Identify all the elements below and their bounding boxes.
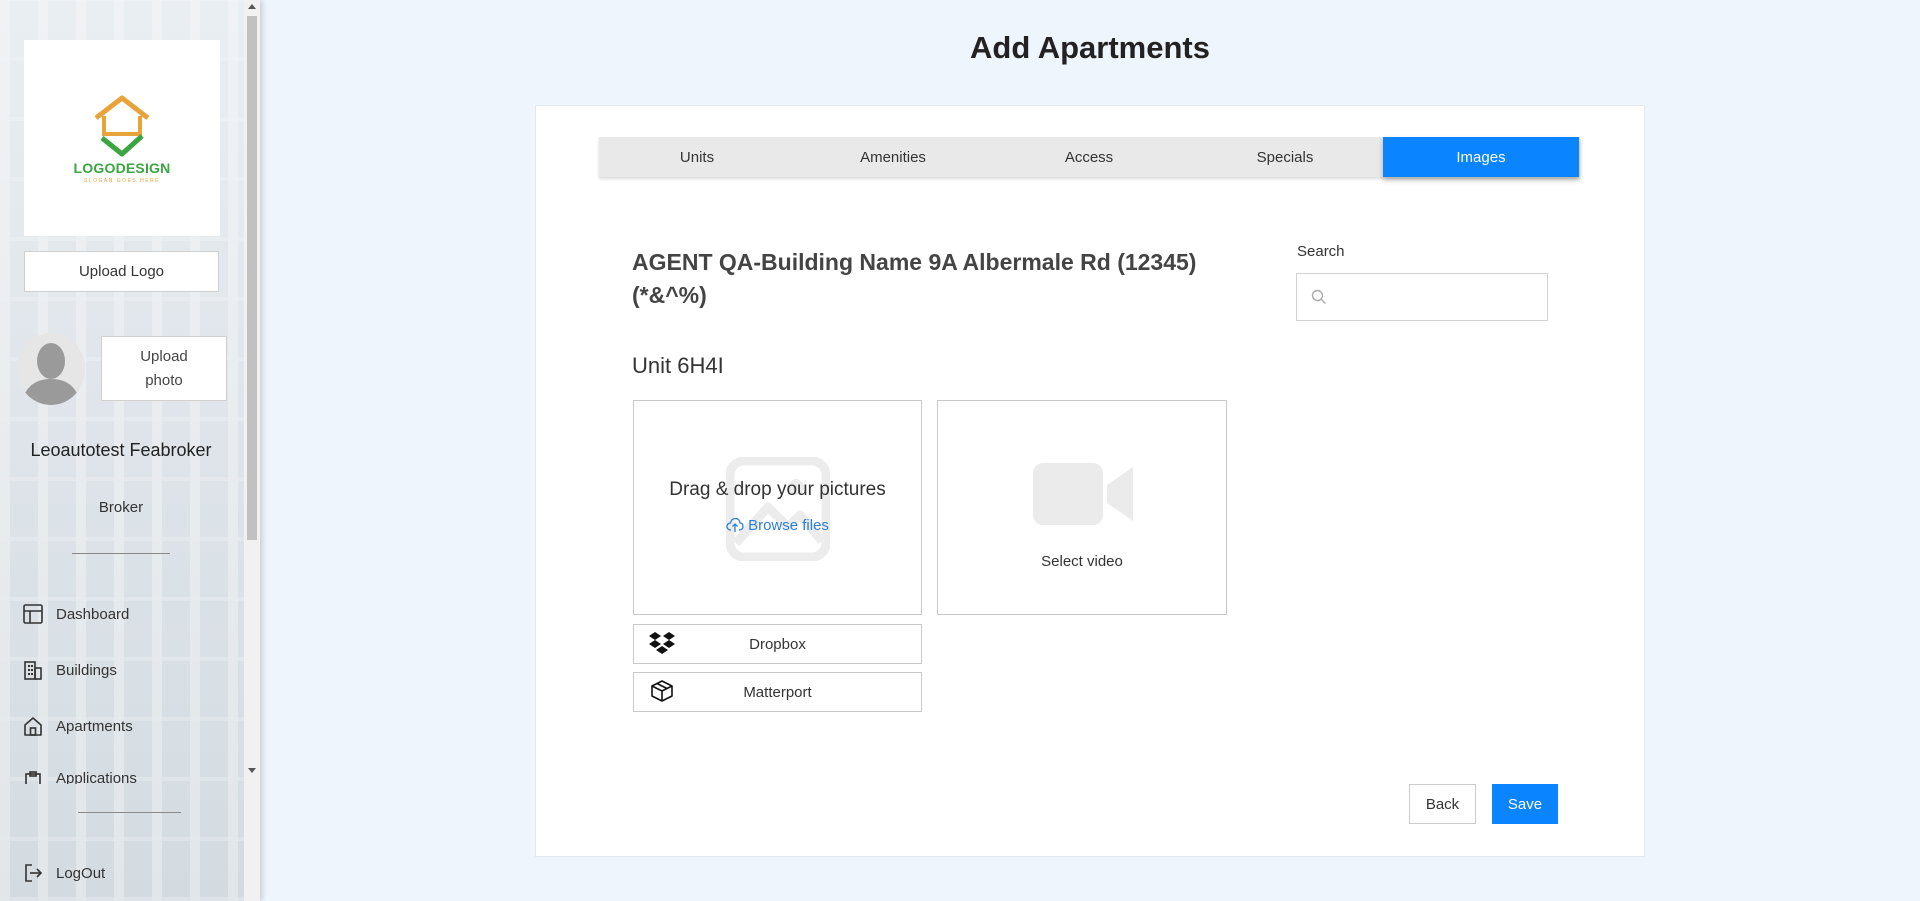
nav-item-apartments[interactable]: Apartments bbox=[22, 715, 133, 737]
matterport-label: Matterport bbox=[743, 683, 812, 701]
dropzone-text: Drag & drop your pictures bbox=[669, 479, 886, 500]
dashboard-icon bbox=[23, 604, 43, 624]
search-input[interactable] bbox=[1337, 280, 1537, 314]
image-placeholder-icon bbox=[726, 457, 830, 561]
cloud-upload-icon bbox=[726, 517, 744, 532]
tab-units[interactable]: Units bbox=[599, 137, 795, 177]
tab-images[interactable]: Images bbox=[1383, 137, 1579, 177]
buildings-icon bbox=[24, 661, 42, 680]
matterport-button[interactable]: Matterport bbox=[633, 672, 922, 712]
logo-house-icon bbox=[94, 95, 150, 157]
nav-item-label: Dashboard bbox=[56, 605, 130, 623]
nav-item-label: Applications bbox=[56, 770, 137, 784]
nav-item-buildings[interactable]: Buildings bbox=[22, 659, 117, 681]
save-button[interactable]: Save bbox=[1492, 784, 1558, 824]
logo-text: LOGODESIGN bbox=[73, 160, 171, 176]
search-field[interactable] bbox=[1296, 273, 1548, 321]
scroll-up-arrow-icon[interactable] bbox=[248, 4, 256, 9]
search-icon bbox=[1311, 289, 1326, 304]
sidebar-divider bbox=[78, 812, 181, 813]
dropbox-icon bbox=[649, 632, 675, 654]
dropbox-button[interactable]: Dropbox bbox=[633, 624, 922, 664]
user-role: Broker bbox=[98, 499, 144, 516]
home-icon bbox=[24, 717, 42, 736]
scrollbar-thumb[interactable] bbox=[247, 16, 257, 540]
scroll-down-arrow-icon[interactable] bbox=[248, 768, 256, 773]
browse-files-link[interactable]: Browse files bbox=[634, 517, 921, 534]
dropbox-label: Dropbox bbox=[749, 635, 806, 653]
clipboard-icon bbox=[25, 771, 41, 784]
logout-icon bbox=[25, 864, 43, 882]
back-button[interactable]: Back bbox=[1409, 784, 1476, 824]
company-logo: LOGODESIGN SLOGAN GOES HERE bbox=[24, 40, 220, 236]
image-dropzone[interactable]: Drag & drop your pictures Browse files bbox=[633, 400, 922, 615]
video-camera-icon bbox=[1033, 463, 1133, 525]
nav-item-label: Apartments bbox=[56, 717, 133, 735]
upload-photo-button[interactable]: Upload photo bbox=[101, 336, 227, 401]
logo-tagline: SLOGAN GOES HERE bbox=[84, 178, 160, 184]
sidebar: LOGODESIGN SLOGAN GOES HERE Upload Logo … bbox=[0, 0, 260, 901]
page-title: Add Apartments bbox=[970, 30, 1210, 65]
tab-specials[interactable]: Specials bbox=[1187, 137, 1383, 177]
select-video-box[interactable]: Select video bbox=[937, 400, 1227, 615]
tab-access[interactable]: Access bbox=[991, 137, 1187, 177]
nav-item-dashboard[interactable]: Dashboard bbox=[22, 603, 129, 625]
upload-logo-button[interactable]: Upload Logo bbox=[24, 251, 219, 292]
nav-item-applications[interactable]: Applications bbox=[22, 770, 137, 784]
nav-item-label: Buildings bbox=[56, 661, 117, 679]
avatar bbox=[17, 333, 85, 405]
tab-bar: Units Amenities Access Specials Images bbox=[599, 137, 1580, 177]
sidebar-divider bbox=[72, 553, 170, 554]
browse-files-label: Browse files bbox=[748, 517, 829, 534]
search-label: Search bbox=[1297, 243, 1345, 260]
sidebar-scrollbar[interactable] bbox=[244, 0, 260, 901]
user-silhouette-icon bbox=[17, 333, 85, 405]
matterport-icon bbox=[651, 680, 673, 702]
building-title: AGENT QA-Building Name 9A Albermale Rd (… bbox=[632, 249, 1197, 308]
unit-title: Unit 6H4I bbox=[632, 353, 724, 378]
select-video-label: Select video bbox=[1041, 553, 1123, 570]
tab-amenities[interactable]: Amenities bbox=[795, 137, 991, 177]
logout-label: LogOut bbox=[56, 864, 106, 882]
user-name: Leoautotest Feabroker bbox=[30, 440, 212, 460]
logout-button[interactable]: LogOut bbox=[22, 862, 105, 884]
